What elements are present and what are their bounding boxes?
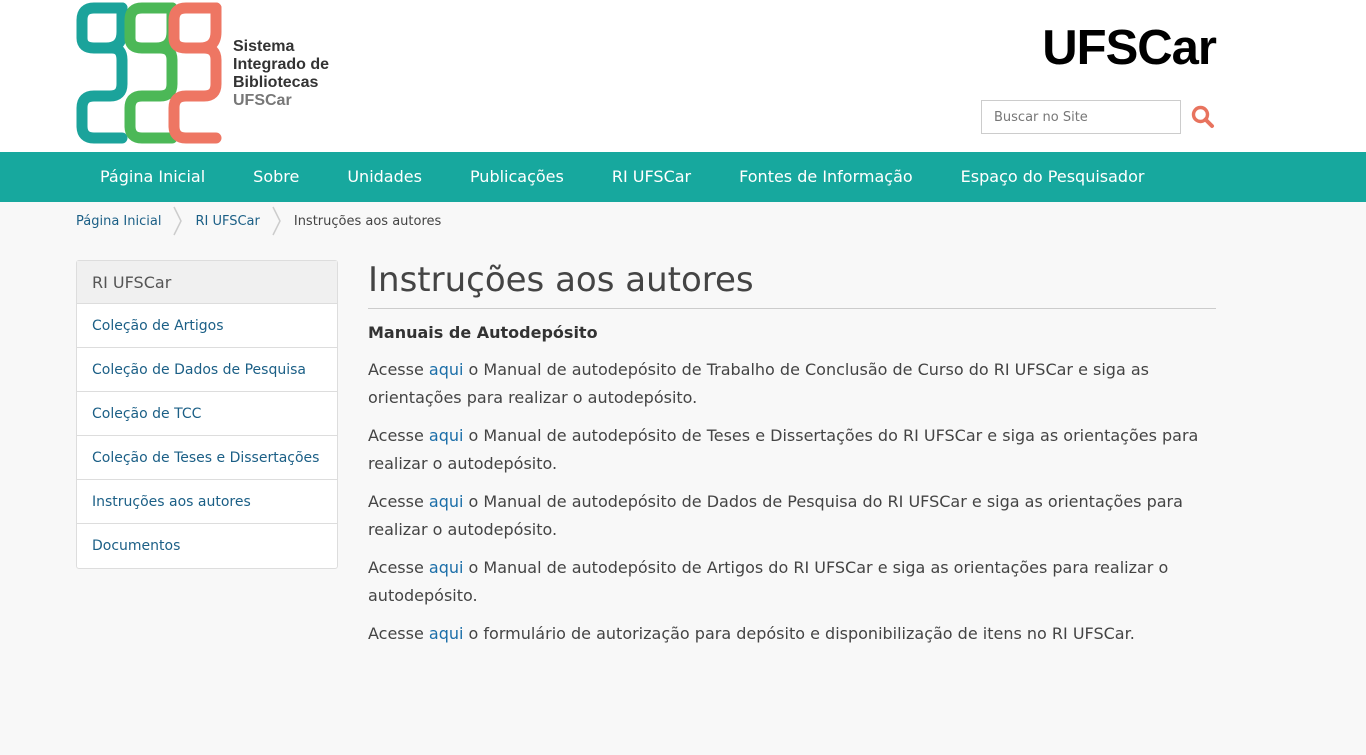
breadcrumb: Página Inicial RI UFSCar Instruções aos … (0, 202, 1366, 240)
breadcrumb-current: Instruções aos autores (293, 213, 442, 229)
paragraph-text: Acesse (368, 558, 429, 577)
sidebar-item-dados-de-pesquisa[interactable]: Coleção de Dados de Pesquisa (77, 348, 337, 392)
sidebar-item-teses-e-dissertacoes[interactable]: Coleção de Teses e Dissertações (77, 436, 337, 480)
search-input[interactable] (981, 100, 1181, 134)
paragraph-teses: Acesse aqui o Manual de autodepósito de … (368, 422, 1216, 478)
paragraph-text: Acesse (368, 426, 429, 445)
sidebar-item-artigos[interactable]: Coleção de Artigos (77, 304, 337, 348)
sidebar-title: RI UFSCar (77, 261, 337, 304)
paragraph-text: Acesse (368, 360, 429, 379)
logo-line: Bibliotecas (233, 74, 319, 91)
breadcrumb-chevron-icon (272, 206, 281, 236)
paragraph-text: Acesse (368, 624, 429, 643)
logo-line: Sistema (233, 38, 295, 55)
nav-item-ri-ufscar[interactable]: RI UFSCar (588, 152, 715, 202)
nav-item-espaco-do-pesquisador[interactable]: Espaço do Pesquisador (937, 152, 1169, 202)
site-header: Sistema Integrado de Bibliotecas UFSCar … (0, 0, 1366, 152)
paragraph-text: o Manual de autodepósito de Trabalho de … (368, 360, 1149, 407)
brand-title[interactable]: UFSCar (1042, 20, 1217, 76)
nav-item-fontes-de-informacao[interactable]: Fontes de Informação (715, 152, 937, 202)
section-title: Manuais de Autodepósito (368, 323, 598, 342)
aqui-link[interactable]: aqui (429, 624, 464, 643)
page-title: Instruções aos autores (368, 260, 1216, 309)
breadcrumb-chevron-icon (173, 206, 183, 236)
main-nav: Página Inicial Sobre Unidades Publicaçõe… (0, 152, 1366, 202)
paragraph-dados: Acesse aqui o Manual de autodepósito de … (368, 488, 1216, 544)
paragraph-formulario: Acesse aqui o formulário de autorização … (368, 620, 1216, 648)
paragraph-text: o formulário de autorização para depósit… (463, 624, 1135, 643)
nav-item-pagina-inicial[interactable]: Página Inicial (76, 152, 229, 202)
sidebar-item-instrucoes-aos-autores[interactable]: Instruções aos autores (77, 480, 337, 524)
paragraph-text: Acesse (368, 492, 429, 511)
paragraph-tcc: Acesse aqui o Manual de autodepósito de … (368, 356, 1216, 412)
search-icon[interactable] (1190, 104, 1216, 130)
sibi-logo-icon[interactable] (76, 2, 222, 144)
paragraph-text: o Manual de autodepósito de Teses e Diss… (368, 426, 1199, 473)
sidebar: RI UFSCar Coleção de Artigos Coleção de … (76, 260, 338, 569)
aqui-link[interactable]: aqui (429, 558, 464, 577)
sidebar-item-documentos[interactable]: Documentos (77, 524, 337, 568)
breadcrumb-ri-link[interactable]: RI UFSCar (195, 214, 271, 229)
aqui-link[interactable]: aqui (429, 360, 464, 379)
logo-line: Integrado de (233, 56, 330, 73)
paragraph-text: o Manual de autodepósito de Artigos do R… (368, 558, 1169, 605)
logo-subline: UFSCar (233, 92, 292, 109)
sidebar-item-tcc[interactable]: Coleção de TCC (77, 392, 337, 436)
nav-item-unidades[interactable]: Unidades (323, 152, 446, 202)
aqui-link[interactable]: aqui (429, 426, 464, 445)
paragraph-artigos: Acesse aqui o Manual de autodepósito de … (368, 554, 1216, 610)
paragraph-text: o Manual de autodepósito de Dados de Pes… (368, 492, 1183, 539)
nav-item-publicacoes[interactable]: Publicações (446, 152, 588, 202)
logo-text: Sistema Integrado de Bibliotecas UFSCar (233, 38, 329, 110)
main-content: Instruções aos autores Manuais de Autode… (368, 260, 1216, 658)
aqui-link[interactable]: aqui (429, 492, 464, 511)
nav-item-sobre[interactable]: Sobre (229, 152, 323, 202)
breadcrumb-home-link[interactable]: Página Inicial (76, 214, 173, 229)
